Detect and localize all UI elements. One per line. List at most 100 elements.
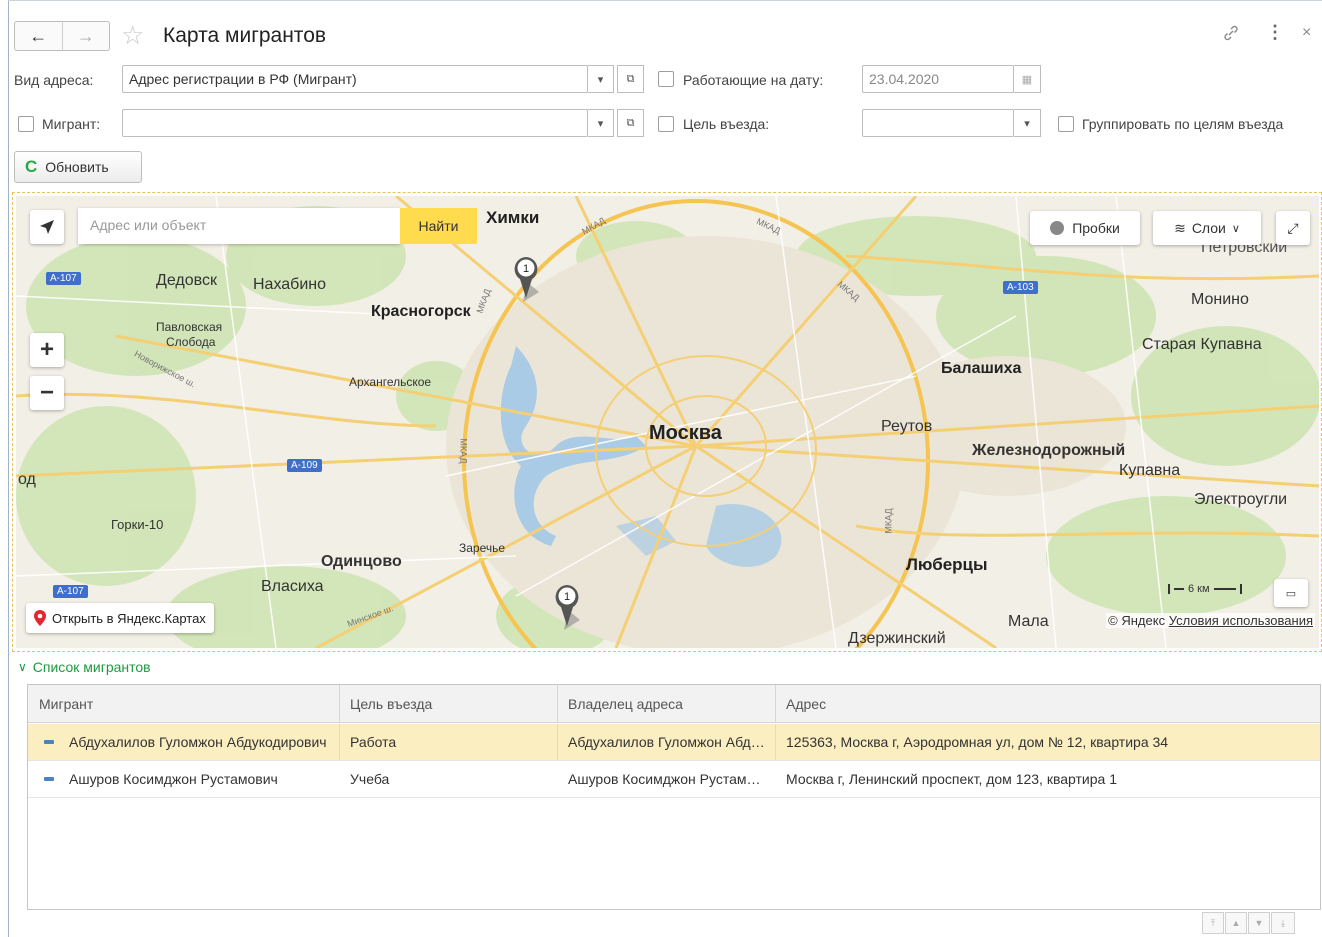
column-header-migrant[interactable]: Мигрант [39,696,329,712]
back-button[interactable]: ← [15,22,62,50]
road-label: МКАД [458,438,469,464]
forward-button[interactable]: → [61,22,110,50]
open-in-yandex-label: Открыть в Яндекс.Картах [52,610,206,626]
working-on-date-checkbox[interactable] [658,71,674,87]
entry-purpose-field[interactable] [862,109,1014,137]
place-label: Мала [1008,613,1049,630]
fullscreen-icon[interactable]: ⤢ [1276,211,1310,245]
refresh-button[interactable]: C Обновить [14,151,142,183]
cell-migrant: Ашуров Косимджон Рустамович [69,771,278,787]
chevron-down-icon: ∨ [1231,222,1240,235]
road-shield: A-103 [1003,281,1038,294]
place-label: од [18,471,36,488]
table-row[interactable]: Абдухалилов Гуломжон Абдукодирович Работ… [28,724,1320,761]
table-header: Мигрант Цель въезда Владелец адреса Адре… [28,685,1320,723]
column-header-owner[interactable]: Владелец адреса [568,696,768,712]
road-shield: A-107 [53,585,88,598]
page-title: Карта мигрантов [163,24,327,47]
location-arrow-icon [40,220,54,234]
open-in-yandex-button[interactable]: Открыть в Яндекс.Картах [26,603,214,633]
migrant-list-title: Список мигрантов [32,659,151,675]
svg-text:1: 1 [564,591,570,603]
map-search-button[interactable]: Найти [400,208,477,244]
migrant-cluster-marker[interactable]: 1 [554,584,580,632]
terms-link[interactable]: Условия использования [1169,613,1313,628]
working-on-date-label: Работающие на дату: [683,72,824,88]
layers-label: Слои [1191,220,1226,236]
zoom-in-button[interactable]: + [30,333,64,367]
place-label: Железнодорожный [972,442,1126,459]
address-type-label: Вид адреса: [14,72,94,88]
place-label: Электроугли [1194,491,1288,508]
scale-label: 6 км [1188,583,1210,595]
scroll-first-icon[interactable]: ⤒ [1202,912,1224,934]
migrant-field[interactable] [122,109,588,137]
place-label: Монино [1191,291,1249,308]
place-label: Балашиха [941,360,1022,377]
chevron-down-icon: ∨ [18,660,27,674]
place-label: Люберцы [906,555,988,574]
window-top-border [8,0,1322,1]
table-row[interactable]: Ашуров Косимджон Рустамович Учеба Ашуров… [28,761,1320,798]
column-header-address[interactable]: Адрес [786,696,1286,712]
layers-button[interactable]: ≋ Слои ∨ [1153,211,1261,245]
entry-purpose-label: Цель въезда: [683,116,770,132]
scroll-down-icon[interactable]: ▼ [1248,912,1270,934]
close-button[interactable]: × [1302,24,1311,42]
cell-owner: Ашуров Косимджон Рустамович [568,771,768,787]
navigation-buttons: ← → [14,21,110,51]
calendar-icon[interactable]: ▦ [1014,65,1041,93]
map-search-input[interactable]: Адрес или объект [78,208,400,244]
place-label-capital: Москва [649,422,722,444]
cell-migrant: Абдухалилов Гуломжон Абдукодирович [69,734,327,750]
place-label: Слобода [166,335,216,349]
cell-owner: Абдухалилов Гуломжон Абдукодирович [568,734,768,750]
traffic-button[interactable]: Пробки [1030,211,1140,245]
row-marker-icon [44,777,54,781]
window-left-border [8,0,9,937]
refresh-icon: C [25,157,38,176]
group-by-purpose-checkbox[interactable] [1058,116,1074,132]
place-label: Красногорск [371,303,471,320]
map-scale: 6 км [1168,583,1242,595]
migrant-checkbox[interactable] [18,116,34,132]
map-view[interactable]: Химки Дедовск Нахабино Красногорск Павло… [16,196,1319,648]
migrant-dropdown-button[interactable]: ▾ [588,109,614,137]
road-shield: A-109 [287,459,322,472]
place-label: Дзержинский [848,630,946,647]
scroll-up-icon[interactable]: ▲ [1225,912,1247,934]
link-icon[interactable] [1222,24,1240,47]
place-label: Купавна [1119,462,1181,479]
migrant-list-toggle[interactable]: ∨ Список мигрантов [18,659,151,675]
migrant-cluster-marker[interactable]: 1 [513,256,539,304]
geolocation-button[interactable] [30,210,64,244]
entry-purpose-dropdown-button[interactable]: ▾ [1014,109,1041,137]
place-label: Власиха [261,578,324,595]
place-label: Архангельское [349,375,432,389]
ruler-icon[interactable]: ▭ [1274,579,1308,607]
column-header-purpose[interactable]: Цель въезда [350,696,550,712]
row-marker-icon [44,740,54,744]
address-type-dropdown-button[interactable]: ▾ [588,65,614,93]
road-shield: A-107 [46,272,81,285]
migrant-open-button[interactable]: ⧉ [617,109,644,137]
more-actions-icon[interactable]: ⋮ [1266,22,1284,43]
zoom-out-button[interactable]: − [30,376,64,410]
traffic-label: Пробки [1072,220,1120,236]
svg-text:1: 1 [523,263,529,275]
address-type-field[interactable]: Адрес регистрации в РФ (Мигрант) [122,65,588,93]
entry-purpose-checkbox[interactable] [658,116,674,132]
layers-icon: ≋ [1174,219,1186,236]
address-type-open-button[interactable]: ⧉ [617,65,644,93]
place-label: Заречье [459,541,506,555]
road-label: МКАД [883,508,894,534]
cell-address: 125363, Москва г, Аэродромная ул, дом № … [786,734,1169,750]
working-on-date-field[interactable]: 23.04.2020 [862,65,1014,93]
place-label: Павловская [156,320,223,334]
traffic-icon [1050,221,1065,235]
cell-address: Москва г, Ленинский проспект, дом 123, к… [786,771,1117,787]
place-label: Дедовск [156,272,217,289]
place-label: Химки [486,208,540,227]
favorite-star-icon[interactable]: ☆ [121,20,144,50]
scroll-last-icon[interactable]: ⤓ [1271,912,1295,934]
